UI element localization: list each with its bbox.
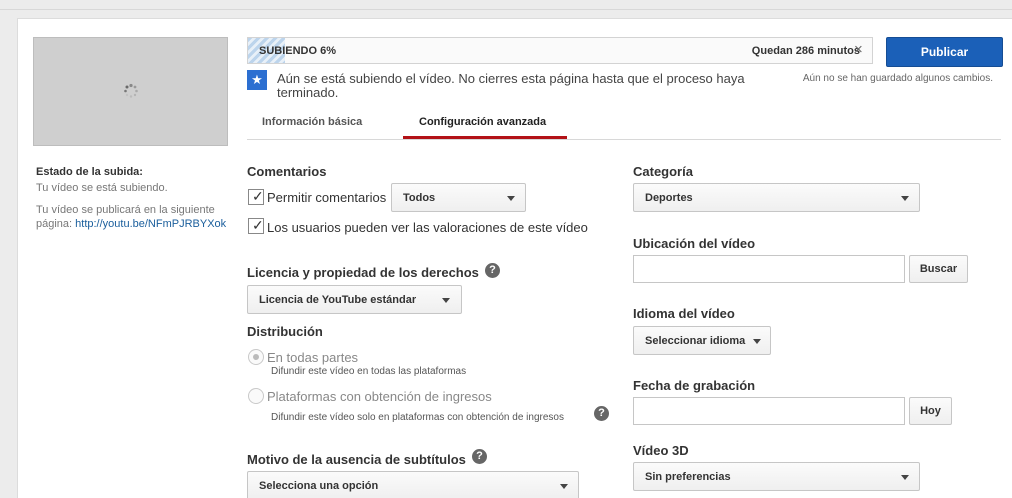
subtitles-section-title: Motivo de la ausencia de subtítulos	[247, 452, 466, 467]
show-ratings-checkbox[interactable]: ✓	[248, 217, 264, 234]
video-url-link[interactable]: http://youtu.be/NFmPJRBYXok	[75, 218, 226, 230]
publish-button[interactable]: Publicar	[886, 37, 1003, 67]
video-3d-section-title: Vídeo 3D	[633, 443, 689, 458]
top-strip	[0, 0, 1012, 10]
language-value: Seleccionar idioma	[645, 335, 746, 347]
subtitles-reason-value: Selecciona una opción	[259, 480, 379, 492]
category-section-title: Categoría	[633, 164, 693, 179]
today-button[interactable]: Hoy	[909, 397, 952, 425]
comments-filter-select[interactable]: Todos	[391, 183, 526, 212]
license-section-title: Licencia y propiedad de los derechos	[247, 265, 479, 280]
dropdown-arrow-icon	[442, 298, 450, 303]
category-select[interactable]: Deportes	[633, 183, 920, 212]
allow-comments-label: Permitir comentarios	[267, 190, 387, 205]
video-3d-select[interactable]: Sin preferencias	[633, 462, 920, 491]
subtitles-reason-select[interactable]: Selecciona una opción	[247, 471, 579, 498]
radio-monetized-platforms[interactable]	[248, 388, 264, 404]
radio-everywhere-desc: Difundir este vídeo en todas las platafo…	[271, 366, 467, 377]
subtitles-help-icon[interactable]: ?	[472, 449, 487, 464]
license-help-icon[interactable]: ?	[485, 263, 500, 278]
language-select[interactable]: Seleccionar idioma	[633, 326, 771, 355]
show-ratings-label: Los usuarios pueden ver las valoraciones…	[267, 220, 588, 235]
upload-notice: Aún se está subiendo el vídeo. No cierre…	[277, 71, 745, 100]
distribution-section-title: Distribución	[247, 324, 323, 339]
unsaved-changes-note: Aún no se han guardado algunos cambios.	[802, 73, 993, 84]
upload-remaining-time: Quedan 286 minutos	[751, 45, 860, 57]
dropdown-arrow-icon	[753, 339, 761, 344]
upload-status-text: Tu vídeo se está subiendo.	[36, 182, 168, 194]
publish-info: Tu vídeo se publicará en la siguiente pá…	[36, 203, 236, 231]
dropdown-arrow-icon	[507, 196, 515, 201]
upload-status-title: Estado de la subida:	[36, 166, 143, 178]
recording-date-input[interactable]	[633, 397, 905, 425]
radio-monetized-label: Plataformas con obtención de ingresos	[267, 389, 492, 404]
tabs-divider	[247, 139, 1001, 140]
dropdown-arrow-icon	[901, 475, 909, 480]
cancel-upload-close-icon[interactable]: ×	[854, 42, 863, 58]
tab-advanced-settings[interactable]: Configuración avanzada	[419, 116, 546, 128]
radio-everywhere[interactable]	[248, 349, 264, 365]
upload-card: Estado de la subida: Tu vídeo se está su…	[17, 18, 1012, 498]
allow-comments-checkbox[interactable]: ✓	[248, 188, 264, 205]
upload-progress-bar: SUBIENDO 6% Quedan 286 minutos	[247, 37, 873, 64]
language-section-title: Idioma del vídeo	[633, 306, 735, 321]
location-section-title: Ubicación del vídeo	[633, 236, 756, 251]
radio-monetized-desc: Difundir este vídeo solo en plataformas …	[271, 412, 564, 423]
checkmark-icon: ✓	[252, 188, 264, 204]
loading-spinner-icon	[124, 83, 138, 98]
license-value: Licencia de YouTube estándar	[259, 294, 417, 306]
star-icon: ★	[247, 70, 267, 90]
recording-date-section-title: Fecha de grabación	[633, 378, 756, 393]
upload-progress-label: SUBIENDO 6%	[259, 45, 337, 57]
category-value: Deportes	[645, 192, 693, 204]
comments-section-title: Comentarios	[247, 164, 327, 179]
tab-basic-info[interactable]: Información básica	[262, 116, 362, 128]
video-3d-value: Sin preferencias	[645, 471, 731, 483]
checkmark-icon: ✓	[252, 217, 264, 233]
search-location-button[interactable]: Buscar	[909, 255, 968, 283]
distribution-help-icon[interactable]: ?	[594, 406, 609, 421]
comments-filter-value: Todos	[403, 192, 436, 204]
radio-everywhere-label: En todas partes	[267, 350, 359, 365]
license-select[interactable]: Licencia de YouTube estándar	[247, 285, 462, 314]
radio-selected-dot	[253, 354, 259, 360]
dropdown-arrow-icon	[560, 484, 568, 489]
video-thumbnail	[33, 37, 228, 146]
dropdown-arrow-icon	[901, 196, 909, 201]
location-input[interactable]	[633, 255, 905, 283]
